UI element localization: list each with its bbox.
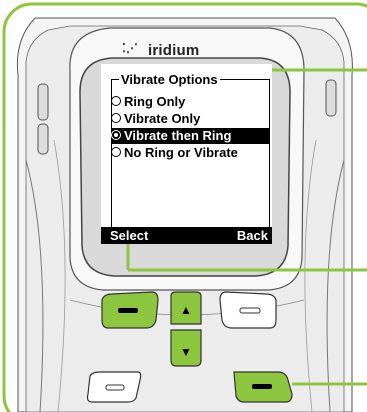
right-softkey-button[interactable]: [218, 290, 280, 330]
option-ring-only[interactable]: Ring Only: [111, 94, 269, 110]
left-softkey-button[interactable]: [98, 290, 160, 330]
option-label: Vibrate then Ring: [124, 128, 232, 143]
option-vibrate-only[interactable]: Vibrate Only: [111, 111, 269, 127]
softkey-back-label[interactable]: Back: [237, 227, 268, 244]
option-no-ring-or-vibrate[interactable]: No Ring or Vibrate: [111, 145, 269, 161]
brand-logo: ⁚⋰ iridium: [122, 41, 242, 61]
radio-icon: [111, 96, 121, 106]
radio-icon: [111, 147, 121, 157]
option-label: No Ring or Vibrate: [124, 145, 238, 160]
brand-dots-icon: ⁚⋰: [122, 41, 139, 55]
option-label: Vibrate Only: [124, 111, 201, 126]
softkey-select-label[interactable]: Select: [110, 227, 148, 244]
option-vibrate-then-ring[interactable]: Vibrate then Ring: [111, 128, 269, 144]
phone-screen: Vibrate Options Ring Only Vibrate Only V…: [101, 64, 272, 244]
option-label: Ring Only: [124, 94, 186, 109]
brand-name: iridium: [148, 42, 200, 59]
phone-illustration: ⁚⋰ iridium Vibrate Options Ring Only Vib…: [0, 0, 367, 412]
radio-selected-icon: [111, 130, 121, 140]
down-arrow-icon: ▼: [180, 345, 192, 359]
send-key-button[interactable]: [84, 370, 144, 404]
up-arrow-icon: ▲: [180, 303, 192, 317]
softkey-bar: Select Back: [101, 227, 272, 244]
end-key-button[interactable]: [230, 370, 294, 404]
radio-icon: [111, 113, 121, 123]
menu-title: Vibrate Options: [119, 72, 220, 87]
